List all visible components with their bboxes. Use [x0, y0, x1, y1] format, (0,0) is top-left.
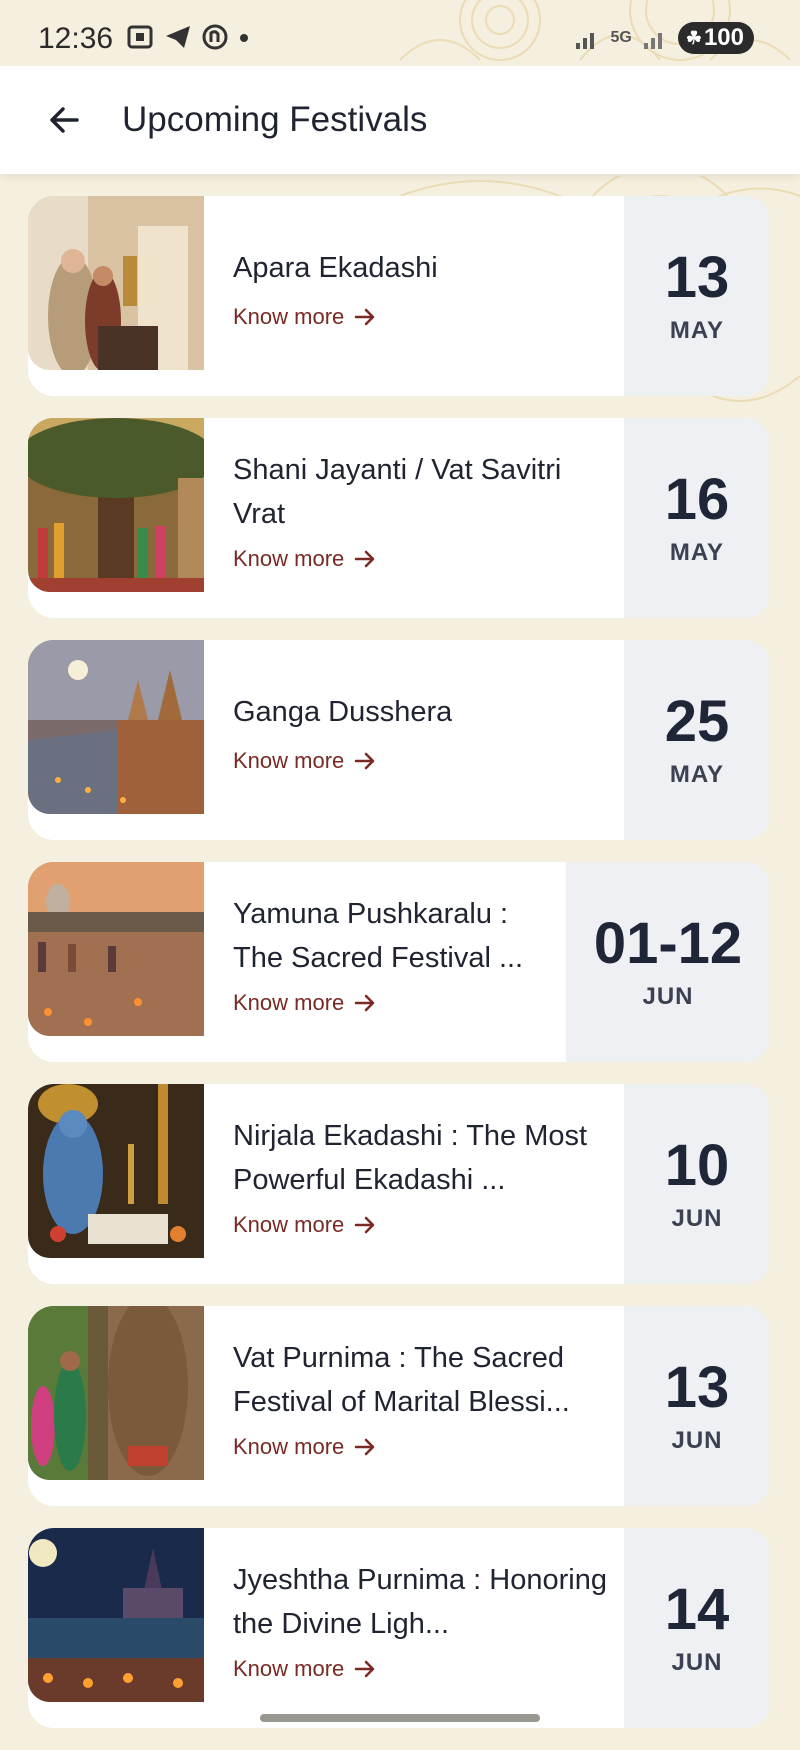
know-more-label: Know more: [233, 990, 345, 1015]
festival-info: Vat Purnima : The Sacred Festival of Mar…: [233, 1306, 613, 1506]
festival-info: Apara Ekadashi Know more: [233, 196, 613, 396]
festival-info: Jyeshtha Purnima : Honoring the Divine L…: [233, 1528, 613, 1728]
festival-card[interactable]: Ganga Dusshera Know more 25 MAY: [28, 640, 770, 840]
festival-info: Yamuna Pushkaralu : The Sacred Festival …: [233, 862, 613, 1062]
festival-image: [28, 862, 204, 1036]
festival-image: [28, 418, 204, 592]
festival-image: [28, 1084, 204, 1258]
arrow-right-icon: [355, 1216, 375, 1234]
festival-card[interactable]: Yamuna Pushkaralu : The Sacred Festival …: [28, 862, 770, 1062]
festival-card[interactable]: Apara Ekadashi Know more 13 MAY: [28, 196, 770, 396]
date-day: 16: [664, 467, 730, 532]
notification-icons: [126, 24, 250, 50]
signal-icon: [576, 33, 595, 49]
arrow-right-icon: [355, 752, 375, 770]
battery-indicator: ☘ 100: [677, 22, 754, 54]
know-more-link[interactable]: Know more: [233, 304, 376, 330]
date-badge: 14 JUN: [624, 1528, 770, 1728]
festival-card[interactable]: Shani Jayanti / Vat Savitri Vrat Know mo…: [28, 418, 770, 618]
home-indicator[interactable]: [260, 1714, 540, 1722]
date-badge: 13 MAY: [624, 196, 770, 396]
date-day: 01-12: [593, 911, 743, 976]
know-more-label: Know more: [233, 748, 345, 773]
know-more-link[interactable]: Know more: [233, 748, 376, 774]
festival-name: Nirjala Ekadashi : The Most Powerful Eka…: [233, 1120, 588, 1196]
more-notifications-dot-icon: [240, 34, 248, 42]
festival-info: Ganga Dusshera Know more: [233, 640, 613, 840]
festival-card[interactable]: Nirjala Ekadashi : The Most Powerful Eka…: [28, 1084, 770, 1284]
festival-card[interactable]: Vat Purnima : The Sacred Festival of Mar…: [28, 1306, 770, 1506]
date-day: 13: [664, 1355, 730, 1420]
system-icons: 5G ☘ 100: [574, 22, 754, 54]
status-bar: 12:36 5G ☘ 100: [0, 0, 800, 66]
festival-name: Ganga Dusshera: [233, 696, 453, 728]
date-day: 14: [664, 1577, 730, 1642]
know-more-link[interactable]: Know more: [233, 990, 376, 1016]
telegram-icon: [166, 26, 190, 48]
festival-image: [28, 640, 204, 814]
know-more-link[interactable]: Know more: [233, 1656, 376, 1682]
festival-card[interactable]: Jyeshtha Purnima : Honoring the Divine L…: [28, 1528, 770, 1728]
date-day: 25: [664, 689, 730, 754]
date-day: 13: [664, 245, 730, 310]
app-notification-icon: [202, 24, 228, 50]
date-badge: 10 JUN: [624, 1084, 770, 1284]
arrow-right-icon: [355, 550, 375, 568]
festival-name: Jyeshtha Purnima : Honoring the Divine L…: [233, 1564, 607, 1640]
festival-name: Vat Purnima : The Sacred Festival of Mar…: [233, 1342, 570, 1418]
festival-name: Yamuna Pushkaralu : The Sacred Festival …: [233, 898, 524, 974]
know-more-label: Know more: [233, 1656, 345, 1681]
date-badge: 01-12 JUN: [566, 862, 770, 1062]
arrow-right-icon: [355, 1438, 375, 1456]
status-time: 12:36: [38, 22, 114, 55]
date-badge: 13 JUN: [624, 1306, 770, 1506]
festival-image: [28, 196, 204, 370]
date-badge: 16 MAY: [624, 418, 770, 618]
arrow-right-icon: [355, 308, 375, 326]
know-more-label: Know more: [233, 546, 345, 571]
know-more-link[interactable]: Know more: [233, 1434, 376, 1460]
know-more-link[interactable]: Know more: [233, 546, 376, 572]
festival-info: Shani Jayanti / Vat Savitri Vrat Know mo…: [233, 418, 613, 618]
battery-leaf-icon: ☘: [685, 27, 702, 48]
festival-name: Shani Jayanti / Vat Savitri Vrat: [233, 454, 562, 530]
date-badge: 25 MAY: [624, 640, 770, 840]
date-month: MAY: [669, 761, 725, 788]
date-month: JUN: [642, 983, 694, 1010]
date-month: MAY: [669, 539, 725, 566]
date-month: MAY: [669, 317, 725, 344]
know-more-link[interactable]: Know more: [233, 1212, 376, 1238]
signal-strength-icon: [643, 33, 662, 49]
date-month: JUN: [671, 1427, 723, 1454]
festival-name: Apara Ekadashi: [233, 252, 438, 284]
date-month: JUN: [671, 1205, 723, 1232]
festival-info: Nirjala Ekadashi : The Most Powerful Eka…: [233, 1084, 613, 1284]
date-day: 10: [664, 1133, 730, 1198]
page-title: Upcoming Festivals: [122, 100, 428, 139]
date-month: JUN: [671, 1649, 723, 1676]
arrow-left-icon: [50, 107, 79, 133]
arrow-right-icon: [355, 1660, 375, 1678]
app-bar: Upcoming Festivals: [0, 66, 800, 174]
screenshot-icon: [127, 25, 153, 49]
festival-image: [28, 1528, 204, 1702]
know-more-label: Know more: [233, 1434, 345, 1459]
arrow-right-icon: [355, 994, 375, 1012]
network-type: 5G: [610, 29, 632, 46]
festival-list: Apara Ekadashi Know more 13 MAY Shani Ja…: [28, 196, 770, 1750]
battery-level: 100: [703, 24, 744, 51]
know-more-label: Know more: [233, 1212, 345, 1237]
festival-image: [28, 1306, 204, 1480]
know-more-label: Know more: [233, 304, 345, 329]
back-button[interactable]: [40, 96, 88, 144]
